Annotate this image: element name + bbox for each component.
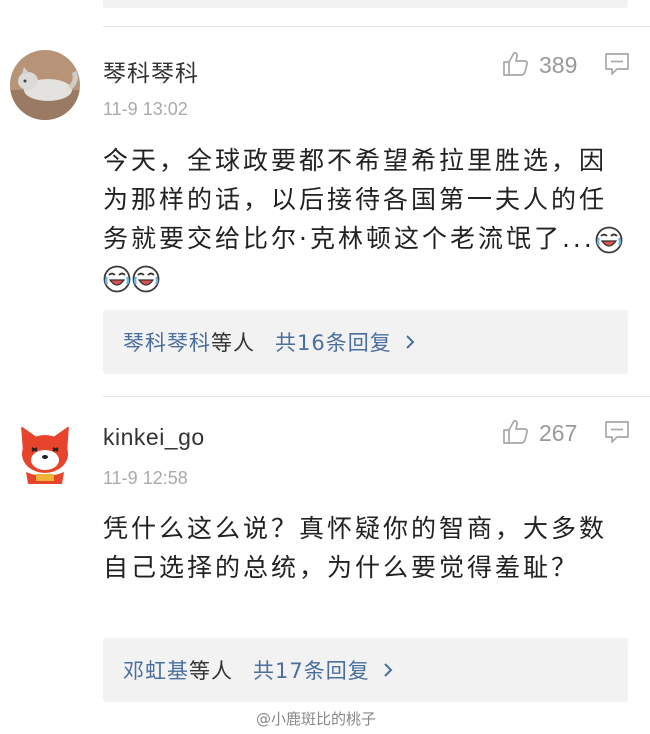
like-count: 389 — [539, 52, 578, 78]
divider — [103, 396, 650, 397]
like-count: 267 — [539, 420, 578, 446]
laughing-tears-emoji-icon — [132, 265, 160, 293]
thumbs-up-icon — [502, 50, 529, 81]
reply-usernames[interactable]: 琴科琴科 — [123, 327, 211, 357]
comment-icon[interactable] — [604, 52, 630, 80]
chevron-right-icon — [404, 333, 416, 351]
avatar[interactable] — [10, 418, 80, 488]
comment-text: 今天，全球政要都不希望希拉里胜选，因为那样的话，以后接待各国第一夫人的任务就要交… — [103, 141, 633, 297]
username[interactable]: 琴科琴科 — [103, 54, 199, 88]
watermark: @小鹿斑比的桃子 — [256, 710, 377, 728]
reply-summary[interactable]: 邓虹基 等人 共17条回复 — [103, 638, 628, 702]
comment-icon[interactable] — [604, 420, 630, 448]
previous-reply-box — [103, 0, 628, 8]
timestamp: 11-9 12:58 — [103, 468, 188, 488]
reply-summary[interactable]: 琴科琴科 等人 共16条回复 — [103, 310, 628, 374]
like-button[interactable]: 267 — [502, 418, 577, 449]
thumbs-up-icon — [502, 418, 529, 449]
avatar[interactable] — [10, 50, 80, 120]
laughing-tears-emoji-icon — [595, 226, 623, 254]
comment-text: 凭什么这么说？真怀疑你的智商，大多数自己选择的总统，为什么要觉得羞耻？ — [103, 514, 608, 582]
reply-count-link[interactable]: 共16条回复 — [275, 327, 392, 357]
reply-count-link[interactable]: 共17条回复 — [253, 655, 370, 685]
laughing-tears-emoji-icon — [103, 265, 131, 293]
like-button[interactable]: 389 — [502, 50, 577, 81]
divider — [103, 26, 650, 27]
reply-etc-label: 等人 — [211, 331, 255, 355]
username[interactable]: kinkei_go — [103, 424, 205, 451]
reply-usernames[interactable]: 邓虹基 — [123, 655, 189, 685]
timestamp: 11-9 13:02 — [103, 99, 188, 119]
chevron-right-icon — [382, 661, 394, 679]
reply-etc-label: 等人 — [189, 659, 233, 683]
